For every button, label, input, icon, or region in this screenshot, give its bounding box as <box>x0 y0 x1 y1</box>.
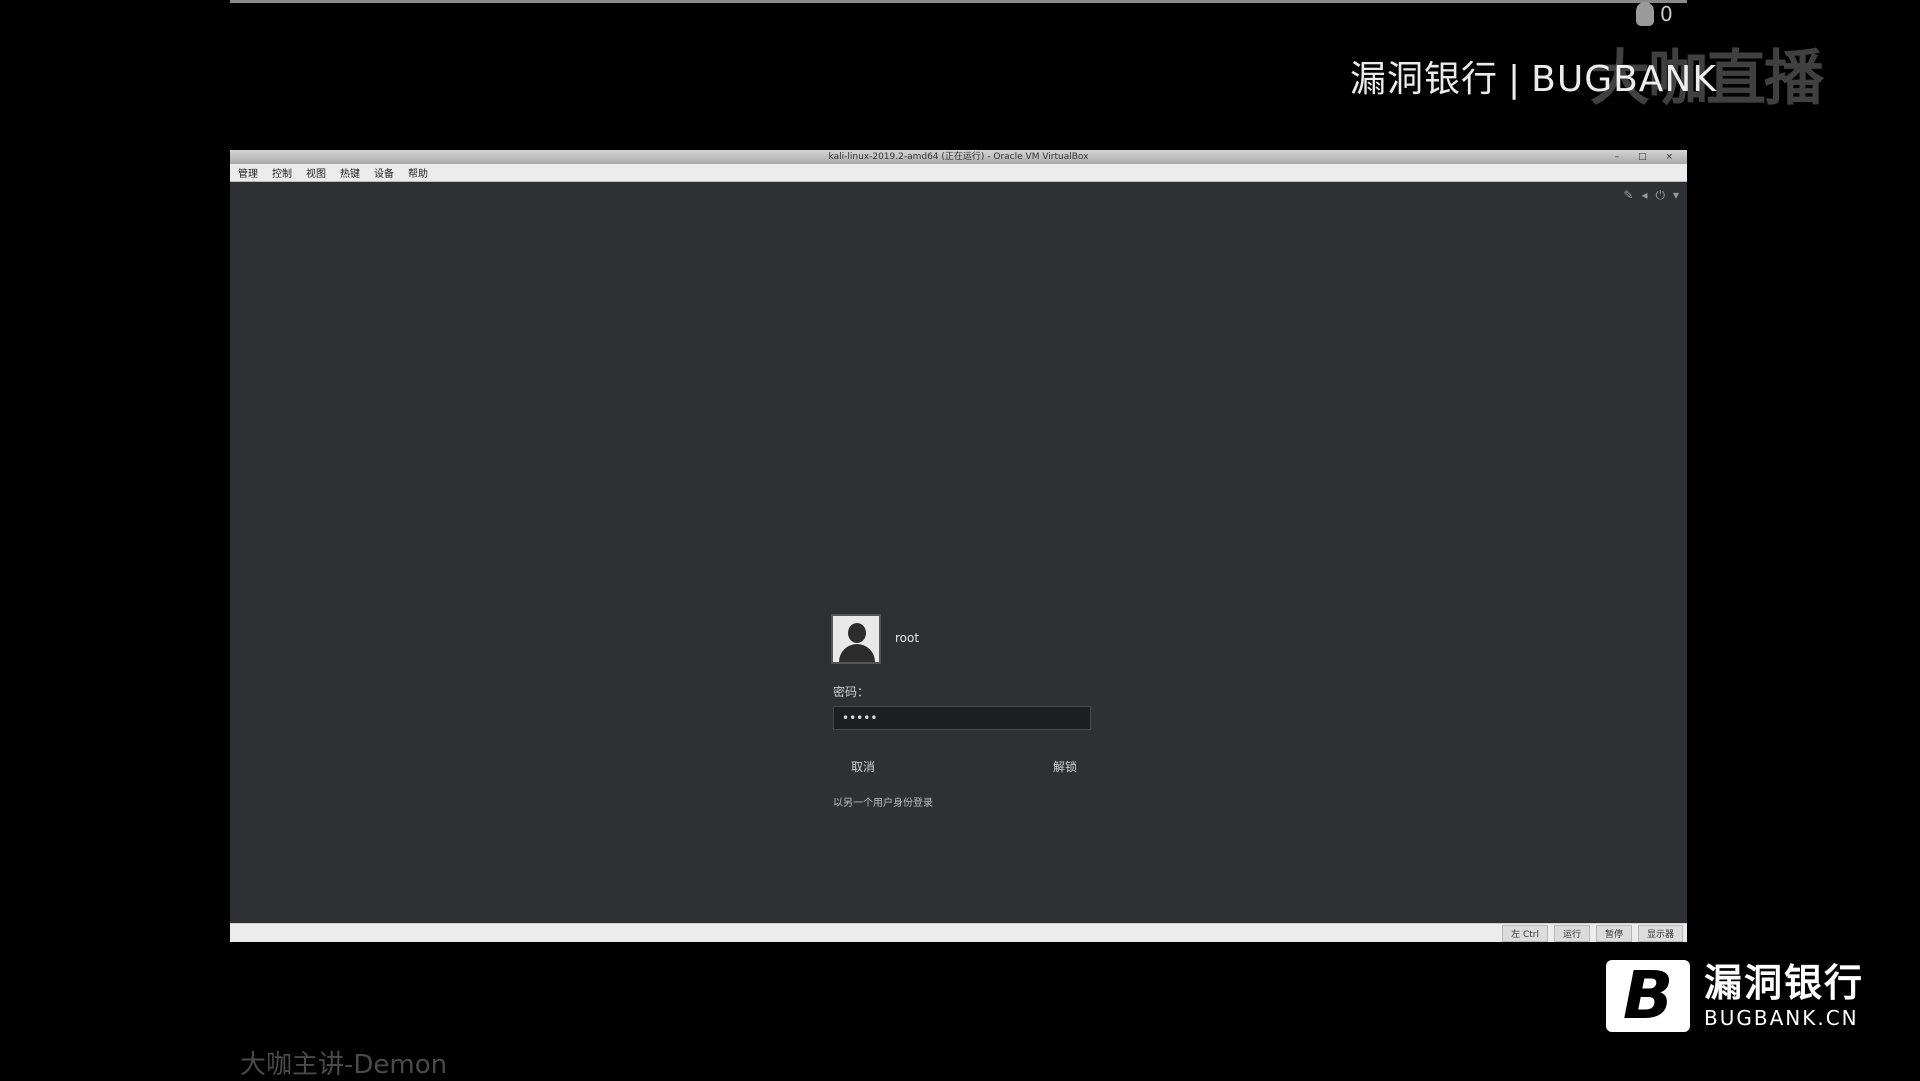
username: root <box>895 631 920 645</box>
password-label: 密码： <box>833 685 870 699</box>
menu-item-view[interactable]: 视图 <box>306 165 326 180</box>
brand-name-en: BUGBANK.CN <box>1704 1006 1859 1030</box>
brand-name-cn: 漏洞银行 <box>1704 961 1865 1005</box>
menu-item-help[interactable]: 帮助 <box>408 165 428 180</box>
overlay-watermark: 大咖直播 <box>1590 44 1824 114</box>
menu-item-manage[interactable]: 管理 <box>238 165 258 180</box>
likes-counter[interactable]: 0 <box>1636 2 1673 26</box>
status-indicators: 左 Ctrl 运行 暂停 显示器 <box>1502 924 1683 942</box>
window-controls[interactable]: – □ × <box>1615 150 1681 164</box>
status-display[interactable]: 显示器 <box>1637 924 1683 942</box>
watermark-cn: 漏洞银行 <box>1350 59 1499 100</box>
brand-logo: B 漏洞银行 BUGBANK.CN <box>1606 960 1864 1032</box>
brand-text: 漏洞银行 BUGBANK.CN <box>1704 961 1864 1031</box>
bulb-icon <box>1636 2 1654 26</box>
system-tray: ✎ ◂ ⏻ ▾ <box>1623 188 1679 203</box>
likes-count: 0 <box>1660 2 1673 26</box>
menu-item-devices[interactable]: 设备 <box>374 165 394 180</box>
vm-window: kali-linux-2019.2-amd64 (正在运行) - Oracle … <box>230 150 1687 942</box>
status-run[interactable]: 运行 <box>1553 924 1590 942</box>
vm-menubar: 管理 控制 视图 热键 设备 帮助 <box>230 164 1687 182</box>
lock-screen: ✎ ◂ ⏻ ▾ root 密码： 取消 解锁 以另一个用户身份登录 <box>230 182 1687 924</box>
power-icon[interactable]: ⏻ <box>1655 188 1665 203</box>
bugbank-logo-icon: B <box>1606 960 1690 1032</box>
vm-statusbar: 左 Ctrl 运行 暂停 显示器 <box>230 923 1687 942</box>
top-strip <box>230 0 1687 3</box>
vm-titlebar: kali-linux-2019.2-amd64 (正在运行) - Oracle … <box>230 150 1687 164</box>
author-watermark: 大咖主讲-Demon <box>240 1050 448 1080</box>
menu-item-control[interactable]: 控制 <box>272 165 292 180</box>
status-host-key[interactable]: 左 Ctrl <box>1502 924 1548 942</box>
avatar-body <box>839 644 875 662</box>
status-pause[interactable]: 暂停 <box>1595 924 1632 942</box>
volume-icon[interactable]: ◂ <box>1641 188 1647 203</box>
avatar-head <box>848 623 866 643</box>
unlock-button[interactable]: 解锁 <box>1045 754 1085 779</box>
menu-item-hotkey[interactable]: 热键 <box>340 165 360 180</box>
pencil-icon[interactable]: ✎ <box>1623 188 1633 203</box>
chevron-down-icon[interactable]: ▾ <box>1673 188 1679 203</box>
avatar <box>831 614 881 664</box>
watermark-separator: | <box>1508 59 1522 100</box>
password-field[interactable] <box>833 706 1091 730</box>
cancel-button[interactable]: 取消 <box>843 754 883 779</box>
login-as-other-user-link[interactable]: 以另一个用户身份登录 <box>833 794 933 809</box>
vm-title: kali-linux-2019.2-amd64 (正在运行) - Oracle … <box>828 152 1089 162</box>
